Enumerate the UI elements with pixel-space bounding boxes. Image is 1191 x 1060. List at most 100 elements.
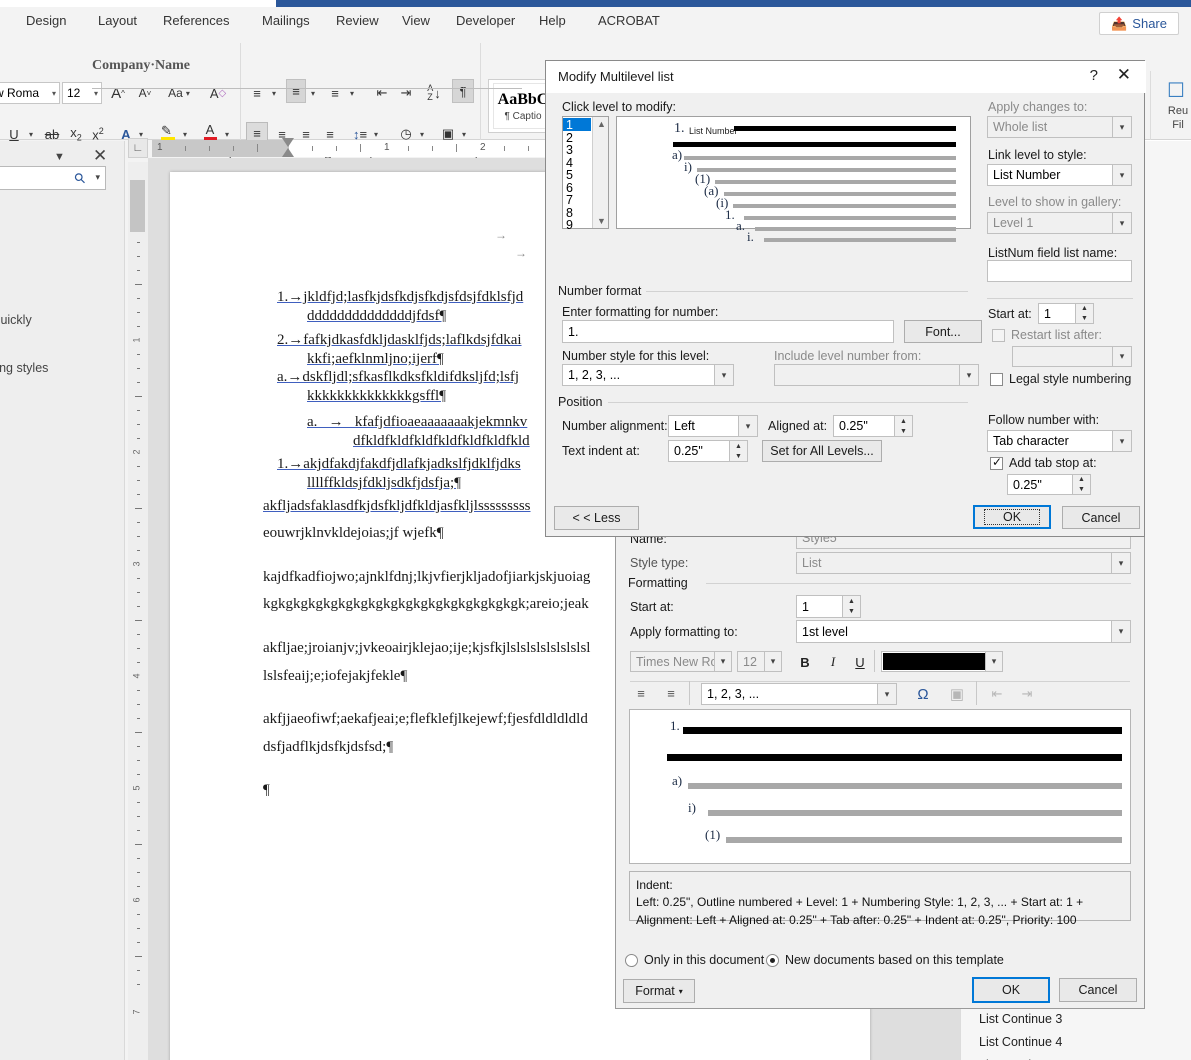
level-item-9[interactable]: 9: [563, 218, 591, 231]
grow-font-button[interactable]: A^: [106, 81, 130, 105]
number-style-combo[interactable]: 1, 2, 3, ... ▾: [562, 364, 734, 386]
tab-stop-selector[interactable]: ∟: [128, 138, 148, 158]
style-font-name-combo[interactable]: Times New Roman ▾: [630, 651, 732, 672]
style-list-item[interactable]: List Continue 4: [979, 1035, 1062, 1049]
enter-formatting-input[interactable]: 1.: [562, 320, 894, 343]
format-button[interactable]: Format ▾: [623, 979, 695, 1003]
chevron-down-icon[interactable]: ▾: [764, 652, 781, 671]
include-level-combo[interactable]: ▾: [774, 364, 979, 386]
level-list[interactable]: 1 2 3 4 5 6 7 8 9 ▲ ▼: [562, 116, 609, 229]
chevron-down-icon[interactable]: ▾: [1111, 621, 1130, 642]
bulleted-list-icon[interactable]: ≡: [660, 683, 682, 703]
sort-button[interactable]: AZ↓: [422, 81, 446, 105]
level-item-1[interactable]: 1: [563, 118, 591, 131]
level-item-6[interactable]: 6: [563, 181, 591, 194]
level-item-2[interactable]: 2: [563, 131, 591, 144]
link-level-combo[interactable]: List Number ▾: [987, 164, 1132, 186]
numbered-list-icon[interactable]: ≡: [630, 683, 652, 703]
reuse-files-icon[interactable]: ☐: [1162, 77, 1190, 103]
chevron-down-icon[interactable]: ▾: [1112, 165, 1131, 185]
start-at-spinner[interactable]: 1 ▲▼: [1038, 303, 1094, 324]
restart-list-combo[interactable]: ▾: [1012, 346, 1132, 367]
underline-button[interactable]: U: [851, 653, 869, 671]
ribbon-tab-design[interactable]: Design: [26, 13, 66, 28]
apply-changes-combo[interactable]: Whole list ▾: [987, 116, 1132, 138]
italic-button[interactable]: I: [824, 653, 842, 671]
decrease-indent-button[interactable]: ⇤: [370, 81, 394, 105]
increase-indent-button[interactable]: ⇥: [394, 81, 418, 105]
change-case-button[interactable]: Aa▾: [163, 81, 195, 105]
style-card-caption[interactable]: AaBbC ¶ Captio: [493, 83, 553, 129]
radio-only-this-document[interactable]: [625, 954, 638, 967]
bold-button[interactable]: B: [796, 653, 814, 671]
ribbon-tab-mailings[interactable]: Mailings: [262, 13, 310, 28]
add-tab-stop-spinner[interactable]: 0.25" ▲▼: [1007, 474, 1091, 495]
ribbon-tab-developer[interactable]: Developer: [456, 13, 515, 28]
chevron-down-icon[interactable]: ▾: [95, 172, 100, 183]
number-alignment-combo[interactable]: Left ▾: [668, 415, 758, 437]
chevron-down-icon[interactable]: ▾: [1112, 347, 1131, 366]
ribbon-tab-acrobat[interactable]: ACROBAT: [598, 13, 660, 28]
font-button[interactable]: Font...: [904, 320, 982, 343]
modify-style-ok-button[interactable]: OK: [972, 977, 1050, 1003]
multilevel-list-button[interactable]: ≡: [325, 81, 345, 105]
number-style-combo[interactable]: 1, 2, 3, ... ▾: [701, 683, 897, 705]
font-name-combo[interactable]: w Roma ▾: [0, 82, 60, 104]
close-icon[interactable]: ✕: [1117, 65, 1131, 85]
symbol-icon[interactable]: Ω: [913, 683, 933, 705]
spinner-arrows[interactable]: ▲▼: [842, 596, 860, 617]
level-item-8[interactable]: 8: [563, 206, 591, 219]
restart-list-checkbox[interactable]: [992, 329, 1005, 342]
add-tab-stop-checkbox[interactable]: [990, 457, 1003, 470]
clear-formatting-icon[interactable]: A◇: [206, 81, 230, 105]
modify-style-cancel-button[interactable]: Cancel: [1059, 978, 1137, 1002]
chevron-down-icon[interactable]: ▾: [1112, 117, 1131, 137]
help-icon[interactable]: ?: [1090, 67, 1098, 84]
chevron-down-icon[interactable]: ▾: [1111, 553, 1130, 573]
bullets-dropdown[interactable]: ▾: [268, 81, 280, 105]
spinner-arrows[interactable]: ▲▼: [729, 441, 747, 461]
multilevel-cancel-button[interactable]: Cancel: [1062, 506, 1140, 529]
shrink-font-button[interactable]: A˅: [133, 81, 157, 105]
chevron-down-icon[interactable]: ▾: [738, 416, 757, 436]
chevron-down-icon[interactable]: ▾: [877, 684, 896, 704]
level-list-scrollbar[interactable]: ▲ ▼: [592, 117, 608, 228]
hanging-indent-marker[interactable]: [282, 148, 294, 157]
multilevel-list-dropdown[interactable]: ▾: [346, 81, 358, 105]
style-font-size-combo[interactable]: 12 ▾: [737, 651, 782, 672]
spinner-arrows[interactable]: ▲▼: [1072, 475, 1090, 494]
set-for-all-levels-button[interactable]: Set for All Levels...: [762, 440, 882, 462]
bullets-button[interactable]: ≡: [247, 81, 267, 105]
chevron-down-icon[interactable]: ▾: [714, 365, 733, 385]
multilevel-ok-button[interactable]: OK: [973, 505, 1051, 529]
share-button[interactable]: 📤 Share: [1099, 12, 1179, 35]
chevron-down-icon[interactable]: ▾: [1112, 431, 1131, 451]
numbering-dropdown[interactable]: ▾: [307, 81, 319, 105]
picture-bullet-icon[interactable]: ▣: [946, 683, 968, 705]
ribbon-tab-help[interactable]: Help: [539, 13, 566, 28]
navigation-search-input[interactable]: ⚲ ▾: [0, 166, 106, 190]
style-type-combo[interactable]: List ▾: [796, 552, 1131, 574]
level-item-5[interactable]: 5: [563, 168, 591, 181]
numbering-button[interactable]: ≡: [286, 79, 306, 103]
style-list-item[interactable]: List Continue 3: [979, 1012, 1062, 1026]
font-size-combo[interactable]: 12 ▾: [62, 82, 102, 104]
ribbon-tab-layout[interactable]: Layout: [98, 13, 137, 28]
spinner-arrows[interactable]: ▲▼: [1075, 304, 1093, 323]
style-font-color-combo[interactable]: ▾: [881, 651, 1003, 672]
legal-style-checkbox[interactable]: [990, 373, 1003, 386]
chevron-up-icon[interactable]: ▲: [597, 119, 606, 129]
aligned-at-spinner[interactable]: 0.25" ▲▼: [833, 415, 913, 437]
spinner-arrows[interactable]: ▲▼: [894, 416, 912, 436]
close-icon[interactable]: ✕: [93, 146, 107, 166]
level-item-3[interactable]: 3: [563, 143, 591, 156]
navigation-pane-dropdown[interactable]: ▼: [54, 151, 65, 163]
level-gallery-combo[interactable]: Level 1 ▾: [987, 212, 1132, 234]
level-item-4[interactable]: 4: [563, 156, 591, 169]
show-formatting-marks-button[interactable]: ¶: [452, 79, 474, 103]
chevron-down-icon[interactable]: ▾: [985, 652, 1002, 671]
radio-new-documents[interactable]: [766, 954, 779, 967]
chevron-down-icon[interactable]: ▾: [714, 652, 731, 671]
ribbon-tab-review[interactable]: Review: [336, 13, 379, 28]
less-button[interactable]: < < Less: [554, 506, 639, 530]
